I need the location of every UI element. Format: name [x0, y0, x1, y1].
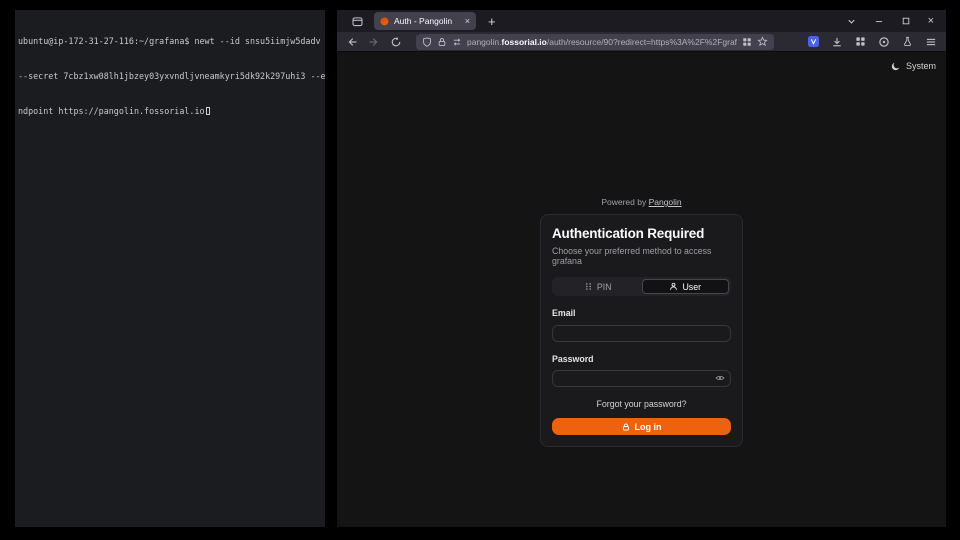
forgot-password-link[interactable]: Forgot your password? [552, 399, 731, 409]
adblock-circle-icon[interactable] [878, 36, 890, 48]
pin-keypad-icon [584, 282, 593, 291]
terminal-window[interactable]: ubuntu@ip-172-31-27-116:~/grafana$ newt … [15, 10, 325, 527]
auth-card: Authentication Required Choose your pref… [540, 214, 743, 447]
email-label: Email [552, 308, 731, 318]
password-field[interactable] [552, 370, 731, 387]
switch-protocol-icon[interactable] [452, 37, 462, 47]
card-title: Authentication Required [552, 226, 731, 241]
toolbar-extensions [808, 36, 937, 48]
window-controls: × [829, 15, 946, 27]
tracking-shield-icon[interactable] [422, 37, 432, 47]
window-close-button[interactable]: × [928, 15, 934, 27]
auth-method-tabs: PIN User [552, 277, 731, 296]
flask-extension-icon[interactable] [902, 36, 913, 47]
terminal-line: ndpoint https://pangolin.fossorial.io [18, 106, 323, 118]
terminal-line: ubuntu@ip-172-31-27-116:~/grafana$ newt … [18, 36, 323, 48]
url-text[interactable]: pangolin.fossorial.io/auth/resource/90?r… [467, 37, 737, 47]
browser-toolbar: pangolin.fossorial.io/auth/resource/90?r… [337, 32, 946, 52]
card-subtitle: Choose your preferred method to access g… [552, 246, 731, 266]
user-icon [669, 282, 678, 291]
tab-user[interactable]: User [642, 279, 730, 294]
firefox-view-icon[interactable] [351, 15, 364, 28]
theme-selector[interactable]: System [891, 61, 936, 71]
extension-icon-blue[interactable] [808, 36, 819, 47]
pangolin-link[interactable]: Pangolin [649, 197, 682, 207]
lock-icon[interactable] [437, 37, 447, 47]
terminal-line: --secret 7cbz1xw08lh1jbzey03yxvndljvneam… [18, 71, 323, 83]
tab-title: Auth - Pangolin [394, 16, 460, 26]
forward-icon[interactable] [368, 36, 380, 48]
tab-pin[interactable]: PIN [554, 279, 642, 294]
theme-label: System [906, 61, 936, 71]
email-field[interactable] [552, 325, 731, 342]
tab-list-chevron-icon[interactable] [846, 16, 857, 27]
terminal-cursor [206, 107, 210, 115]
page-content: System Powered by Pangolin Authenticatio… [337, 52, 946, 527]
bookmark-star-icon[interactable] [757, 36, 768, 47]
login-button[interactable]: Log in [552, 418, 731, 435]
extensions-grid-icon[interactable] [855, 36, 866, 47]
moon-icon [891, 61, 901, 71]
downloads-icon[interactable] [831, 36, 843, 48]
browser-window: Auth - Pangolin × + × [337, 10, 946, 527]
browser-tab-bar: Auth - Pangolin × + × [337, 10, 946, 32]
reload-icon[interactable] [390, 36, 402, 48]
pangolin-favicon [380, 17, 389, 26]
new-tab-button[interactable]: + [488, 15, 496, 28]
maximize-button[interactable] [901, 16, 911, 26]
auth-column: Powered by Pangolin Authentication Requi… [540, 52, 743, 447]
lock-button-icon [622, 423, 630, 431]
containers-grid-icon[interactable] [742, 37, 752, 47]
back-icon[interactable] [346, 36, 358, 48]
url-bar[interactable]: pangolin.fossorial.io/auth/resource/90?r… [416, 34, 774, 50]
minimize-button[interactable] [874, 16, 884, 26]
tab-close-icon[interactable]: × [465, 16, 470, 26]
menu-hamburger-icon[interactable] [925, 36, 937, 48]
powered-by: Powered by Pangolin [540, 197, 743, 207]
password-label: Password [552, 354, 731, 364]
show-password-eye-icon[interactable] [715, 373, 725, 383]
browser-tab-auth-pangolin[interactable]: Auth - Pangolin × [374, 12, 476, 30]
